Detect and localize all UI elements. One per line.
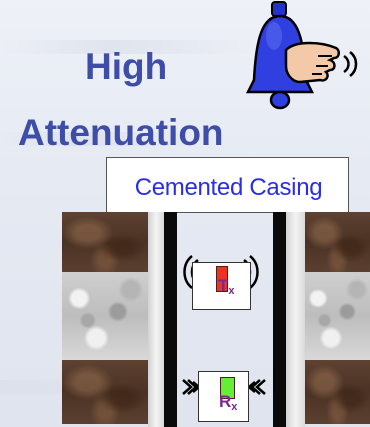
bell-icon	[245, 1, 358, 110]
casing-label: Cemented Casing	[134, 174, 323, 201]
transmitter-tool: Tx	[192, 262, 251, 310]
cement-left	[148, 212, 164, 427]
rock-dark	[305, 360, 370, 424]
formation-left	[62, 212, 148, 424]
formation-right	[305, 212, 370, 424]
rock-light	[305, 272, 370, 360]
transmitter-label: Tx	[218, 276, 235, 297]
title-line-2: Attenuation	[18, 112, 224, 153]
rock-dark	[62, 212, 148, 272]
rock-dark	[62, 360, 148, 424]
cement-right	[286, 212, 305, 427]
receiver-tool: Rx	[198, 371, 249, 422]
casing-label-box: Cemented Casing	[106, 157, 349, 213]
casing-wall-left	[164, 212, 177, 427]
casing-wall-right	[273, 212, 286, 427]
hand-icon	[284, 41, 340, 84]
receiver-label: Rx	[219, 392, 238, 413]
rock-dark	[305, 212, 370, 272]
title-line-1: High	[85, 46, 168, 87]
rock-light	[62, 272, 148, 360]
